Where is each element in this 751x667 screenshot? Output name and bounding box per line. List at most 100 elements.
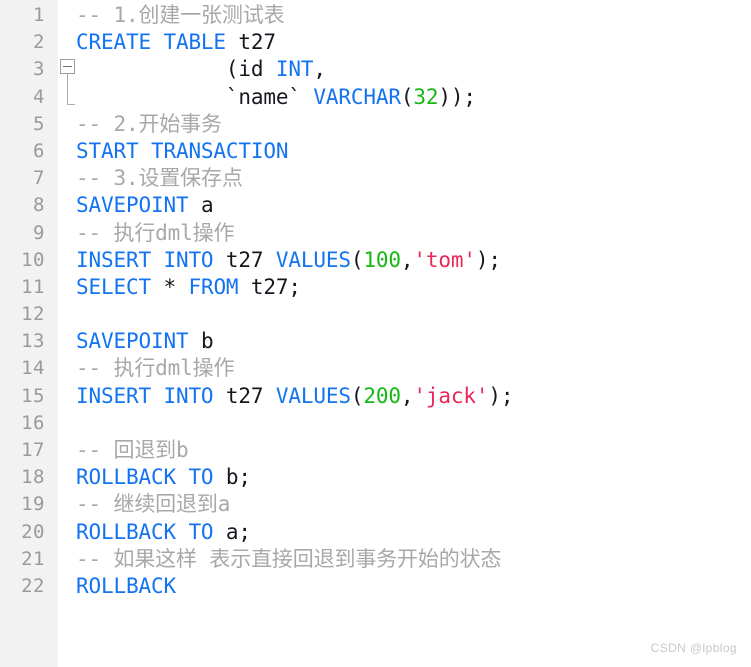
token-kw: VALUES	[275, 247, 351, 272]
line-number: 9	[33, 221, 45, 244]
token-num: 100	[363, 247, 401, 272]
token-pun: `name`	[76, 84, 314, 109]
token-cmt: -- 执行dml操作	[76, 356, 235, 381]
token-pun: ,	[400, 247, 414, 272]
line-number: 15	[21, 384, 45, 407]
code-line[interactable]: -- 继续回退到a	[76, 491, 751, 518]
code-content[interactable]: -- 1.创建一张测试表 CREATE TABLE t27 (id INT, `n…	[76, 0, 751, 600]
token-pun: *	[150, 274, 189, 299]
token-kw: SAVEPOINT	[76, 193, 189, 218]
line-number: 14	[21, 357, 45, 380]
token-kw: INSERT INTO	[76, 247, 214, 272]
line-number: 5	[33, 112, 45, 135]
line-number: 21	[21, 547, 45, 570]
token-id: t27	[225, 30, 276, 55]
line-number: 12	[21, 303, 45, 326]
code-line[interactable]: ROLLBACK TO b;	[76, 464, 751, 491]
code-line[interactable]: ROLLBACK	[76, 573, 751, 600]
code-line[interactable]: INSERT INTO t27 VALUES(200,'jack');	[76, 383, 751, 410]
line-number: 8	[33, 194, 45, 217]
token-pun: ,	[400, 383, 414, 408]
token-kw: FROM	[188, 274, 239, 299]
line-number: 20	[21, 520, 45, 543]
token-cmt: -- 3.设置保存点	[76, 166, 243, 191]
token-kw: ROLLBACK TO	[76, 519, 214, 544]
line-number: 1	[33, 4, 45, 26]
token-kw: SELECT	[76, 274, 151, 299]
token-kw: START TRANSACTION	[76, 138, 289, 163]
token-cmt: -- 2.开始事务	[76, 111, 222, 136]
token-pun: (id	[76, 57, 276, 82]
token-cmt: -- 继续回退到a	[76, 492, 231, 517]
code-line[interactable]: -- 2.开始事务	[76, 111, 751, 138]
token-kw: VALUES	[275, 383, 351, 408]
line-number: 6	[33, 139, 45, 162]
token-pun: (	[400, 84, 414, 109]
token-cmt: -- 回退到b	[76, 438, 189, 462]
code-line[interactable]: (id INT,	[76, 56, 751, 83]
line-number: 16	[21, 411, 45, 434]
code-line[interactable]: -- 3.设置保存点	[76, 165, 751, 192]
token-pun: ,	[313, 57, 326, 82]
token-id: t27	[213, 247, 276, 272]
fold-range-foot	[67, 104, 75, 105]
token-cmt: -- 1.创建一张测试表	[76, 3, 285, 27]
token-pun: ));	[438, 84, 476, 109]
token-kw: CREATE TABLE	[76, 30, 226, 55]
code-line[interactable]: SAVEPOINT b	[76, 328, 751, 355]
code-line[interactable]: -- 如果这样 表示直接回退到事务开始的状态	[76, 546, 751, 573]
line-number: 4	[33, 85, 45, 108]
token-id: a;	[213, 519, 251, 544]
editor-gutter: 1 2 3 4 5 6 7 8 9 10 11 12 13 14 15 16 17 18 19 20 21 22	[0, 0, 58, 667]
token-num: 200	[363, 383, 401, 408]
token-pun: );	[475, 247, 501, 272]
code-line[interactable]: SAVEPOINT a	[76, 192, 751, 219]
line-number: 17	[21, 439, 45, 461]
line-number: 3	[33, 58, 45, 81]
code-line[interactable]: -- 回退到b	[76, 437, 751, 464]
token-kw: ROLLBACK	[76, 573, 176, 598]
line-number-column: 1 2 3 4 5 6 7 8 9 10 11 12 13 14 15 16 17 18 19 20 21 22	[0, 0, 45, 600]
token-id: a	[188, 193, 214, 218]
code-line[interactable]: -- 1.创建一张测试表	[76, 2, 751, 29]
token-pun: );	[488, 383, 514, 408]
token-kw: INT	[275, 57, 314, 82]
code-line[interactable]: INSERT INTO t27 VALUES(100,'tom');	[76, 247, 751, 274]
collapse-minus-icon[interactable]	[60, 59, 75, 74]
token-cmt: -- 如果这样 表示直接回退到事务开始的状态	[76, 546, 502, 571]
token-str: 'jack'	[413, 383, 489, 408]
code-line[interactable]: CREATE TABLE t27	[76, 29, 751, 56]
line-number: 19	[21, 493, 45, 516]
code-editor[interactable]: 1 2 3 4 5 6 7 8 9 10 11 12 13 14 15 16 17 18 19 20 21 22 -- 1…	[0, 0, 751, 667]
watermark: CSDN @lpblog	[650, 641, 737, 655]
line-number: 7	[33, 167, 45, 190]
fold-range-stem	[67, 74, 68, 105]
line-number: 13	[21, 330, 45, 353]
code-line[interactable]	[76, 301, 751, 328]
token-kw: SAVEPOINT	[76, 329, 189, 354]
token-cmt: -- 执行dml操作	[76, 220, 235, 245]
code-line[interactable]: -- 执行dml操作	[76, 220, 751, 247]
token-kw: INSERT INTO	[76, 383, 214, 408]
code-line[interactable]	[76, 410, 751, 437]
code-line[interactable]: START TRANSACTION	[76, 138, 751, 165]
code-line[interactable]: `name` VARCHAR(32));	[76, 84, 751, 111]
line-number: 2	[33, 31, 45, 54]
token-id: b	[188, 329, 214, 354]
code-line[interactable]: SELECT * FROM t27;	[76, 274, 751, 301]
line-number: 10	[21, 248, 45, 271]
token-pun: (	[350, 247, 364, 272]
token-num: 32	[413, 84, 439, 109]
token-kw: ROLLBACK TO	[76, 465, 214, 490]
token-id: t27;	[238, 274, 301, 299]
code-line[interactable]: -- 执行dml操作	[76, 355, 751, 382]
token-str: 'tom'	[413, 247, 476, 272]
line-number: 22	[21, 574, 45, 597]
line-number: 18	[21, 466, 45, 489]
token-id: b;	[213, 465, 251, 490]
line-number: 11	[21, 275, 45, 298]
code-line[interactable]: ROLLBACK TO a;	[76, 519, 751, 546]
token-pun: (	[350, 383, 364, 408]
token-kw: VARCHAR	[313, 84, 401, 109]
token-id: t27	[213, 383, 276, 408]
